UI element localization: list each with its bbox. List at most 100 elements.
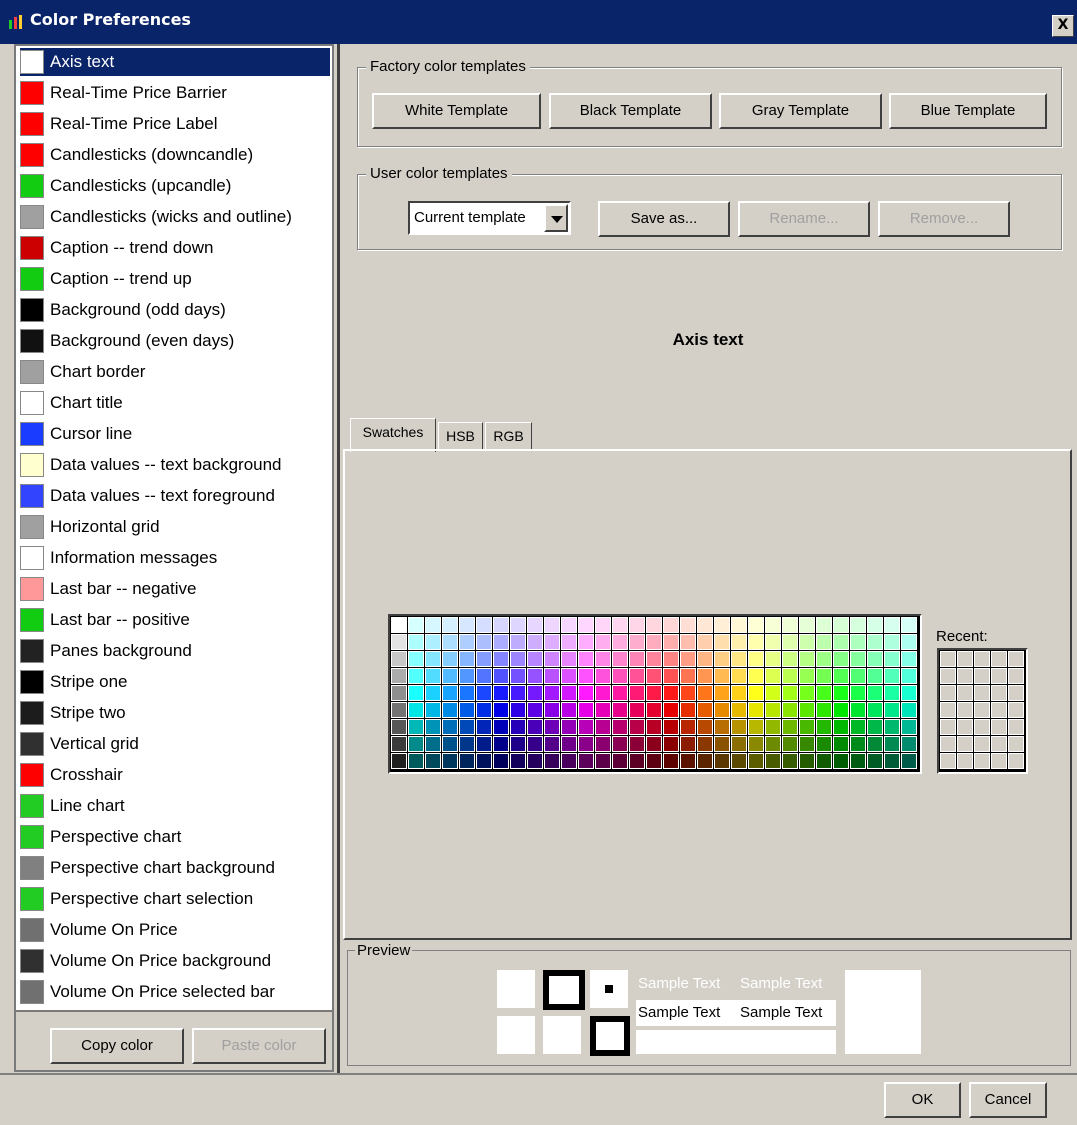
color-swatch-cell[interactable] xyxy=(799,702,815,718)
recent-swatch-cell[interactable] xyxy=(974,685,990,701)
tab-rgb[interactable]: RGB xyxy=(485,422,532,450)
color-swatch-cell[interactable] xyxy=(680,668,696,684)
color-swatch-cell[interactable] xyxy=(493,617,509,633)
gray-template-button[interactable]: Gray Template xyxy=(719,93,882,129)
recent-swatch-cell[interactable] xyxy=(991,753,1007,769)
recent-swatch-cell[interactable] xyxy=(974,736,990,752)
color-swatch-cell[interactable] xyxy=(442,719,458,735)
color-swatch-cell[interactable] xyxy=(612,634,628,650)
color-swatch-cell[interactable] xyxy=(442,617,458,633)
color-swatch-cell[interactable] xyxy=(544,736,560,752)
color-item[interactable]: Volume On Price selected bar xyxy=(20,978,330,1006)
color-item[interactable]: Axis text xyxy=(20,48,330,76)
recent-swatch-cell[interactable] xyxy=(957,702,973,718)
color-swatch-cell[interactable] xyxy=(731,719,747,735)
color-swatch-cell[interactable] xyxy=(578,634,594,650)
color-swatch-cell[interactable] xyxy=(476,634,492,650)
color-swatch-cell[interactable] xyxy=(799,651,815,667)
color-swatch-cell[interactable] xyxy=(459,736,475,752)
color-swatch-cell[interactable] xyxy=(816,634,832,650)
color-swatch-cell[interactable] xyxy=(408,668,424,684)
color-swatch-cell[interactable] xyxy=(510,685,526,701)
color-swatch-cell[interactable] xyxy=(901,702,917,718)
recent-swatch-cell[interactable] xyxy=(957,685,973,701)
color-swatch-cell[interactable] xyxy=(731,668,747,684)
color-item[interactable]: Crosshair xyxy=(20,761,330,789)
color-swatch-cell[interactable] xyxy=(561,668,577,684)
color-swatch-cell[interactable] xyxy=(714,736,730,752)
color-swatch-cell[interactable] xyxy=(663,753,679,769)
recent-swatch-cell[interactable] xyxy=(991,736,1007,752)
color-swatch-cell[interactable] xyxy=(833,753,849,769)
color-swatch-cell[interactable] xyxy=(493,651,509,667)
color-swatch-cell[interactable] xyxy=(901,617,917,633)
color-swatch-cell[interactable] xyxy=(391,753,407,769)
color-swatch-cell[interactable] xyxy=(578,736,594,752)
color-swatch-cell[interactable] xyxy=(731,634,747,650)
close-button[interactable]: X xyxy=(1052,15,1074,37)
color-swatch-cell[interactable] xyxy=(527,736,543,752)
color-swatch-cell[interactable] xyxy=(663,668,679,684)
color-swatch-cell[interactable] xyxy=(850,651,866,667)
color-swatch-cell[interactable] xyxy=(884,702,900,718)
color-swatch-cell[interactable] xyxy=(680,634,696,650)
color-swatch-cell[interactable] xyxy=(459,617,475,633)
color-swatch-cell[interactable] xyxy=(408,651,424,667)
color-swatch-cell[interactable] xyxy=(782,736,798,752)
color-swatch-cell[interactable] xyxy=(646,702,662,718)
color-swatch-cell[interactable] xyxy=(816,617,832,633)
color-swatch-cell[interactable] xyxy=(748,736,764,752)
recent-swatch-cell[interactable] xyxy=(940,719,956,735)
color-swatch-cell[interactable] xyxy=(833,668,849,684)
color-swatch-cell[interactable] xyxy=(646,651,662,667)
color-swatch-cell[interactable] xyxy=(595,685,611,701)
color-swatch-cell[interactable] xyxy=(714,634,730,650)
color-swatch-cell[interactable] xyxy=(867,651,883,667)
recent-swatch-cell[interactable] xyxy=(974,651,990,667)
recent-swatch-cell[interactable] xyxy=(991,651,1007,667)
color-swatch-cell[interactable] xyxy=(612,719,628,735)
color-swatch-cell[interactable] xyxy=(833,617,849,633)
color-swatch-cell[interactable] xyxy=(697,617,713,633)
color-swatch-cell[interactable] xyxy=(425,685,441,701)
color-swatch-cell[interactable] xyxy=(731,702,747,718)
color-swatch-cell[interactable] xyxy=(850,702,866,718)
color-swatch-cell[interactable] xyxy=(442,702,458,718)
color-swatch-cell[interactable] xyxy=(476,702,492,718)
color-item[interactable]: Background (even days) xyxy=(20,327,330,355)
color-swatch-cell[interactable] xyxy=(629,702,645,718)
color-swatch-cell[interactable] xyxy=(510,651,526,667)
color-swatch-cell[interactable] xyxy=(646,719,662,735)
color-swatch-cell[interactable] xyxy=(595,651,611,667)
color-swatch-cell[interactable] xyxy=(884,685,900,701)
color-swatch-cell[interactable] xyxy=(561,617,577,633)
color-swatch-cell[interactable] xyxy=(408,634,424,650)
recent-swatch-cell[interactable] xyxy=(1008,651,1024,667)
color-swatch-cell[interactable] xyxy=(561,736,577,752)
color-swatch-cell[interactable] xyxy=(697,685,713,701)
color-swatch-cell[interactable] xyxy=(782,685,798,701)
color-swatch-cell[interactable] xyxy=(850,685,866,701)
recent-swatch-cell[interactable] xyxy=(940,651,956,667)
color-swatch-cell[interactable] xyxy=(663,634,679,650)
color-swatch-cell[interactable] xyxy=(459,651,475,667)
template-select[interactable]: Current template xyxy=(408,201,571,235)
color-swatch-cell[interactable] xyxy=(561,753,577,769)
color-swatch-cell[interactable] xyxy=(527,719,543,735)
color-swatch-cell[interactable] xyxy=(544,617,560,633)
recent-swatch-cell[interactable] xyxy=(957,651,973,667)
color-swatch-cell[interactable] xyxy=(901,719,917,735)
color-swatch-cell[interactable] xyxy=(612,753,628,769)
color-swatch-cell[interactable] xyxy=(527,617,543,633)
color-swatch-cell[interactable] xyxy=(731,685,747,701)
color-item[interactable]: Line chart xyxy=(20,792,330,820)
color-swatch-cell[interactable] xyxy=(799,685,815,701)
color-swatch-cell[interactable] xyxy=(697,651,713,667)
color-swatch-cell[interactable] xyxy=(731,736,747,752)
color-swatch-cell[interactable] xyxy=(867,617,883,633)
color-swatch-cell[interactable] xyxy=(731,753,747,769)
color-swatch-cell[interactable] xyxy=(850,668,866,684)
color-swatch-cell[interactable] xyxy=(476,617,492,633)
color-swatch-cell[interactable] xyxy=(799,719,815,735)
color-swatch-cell[interactable] xyxy=(714,685,730,701)
